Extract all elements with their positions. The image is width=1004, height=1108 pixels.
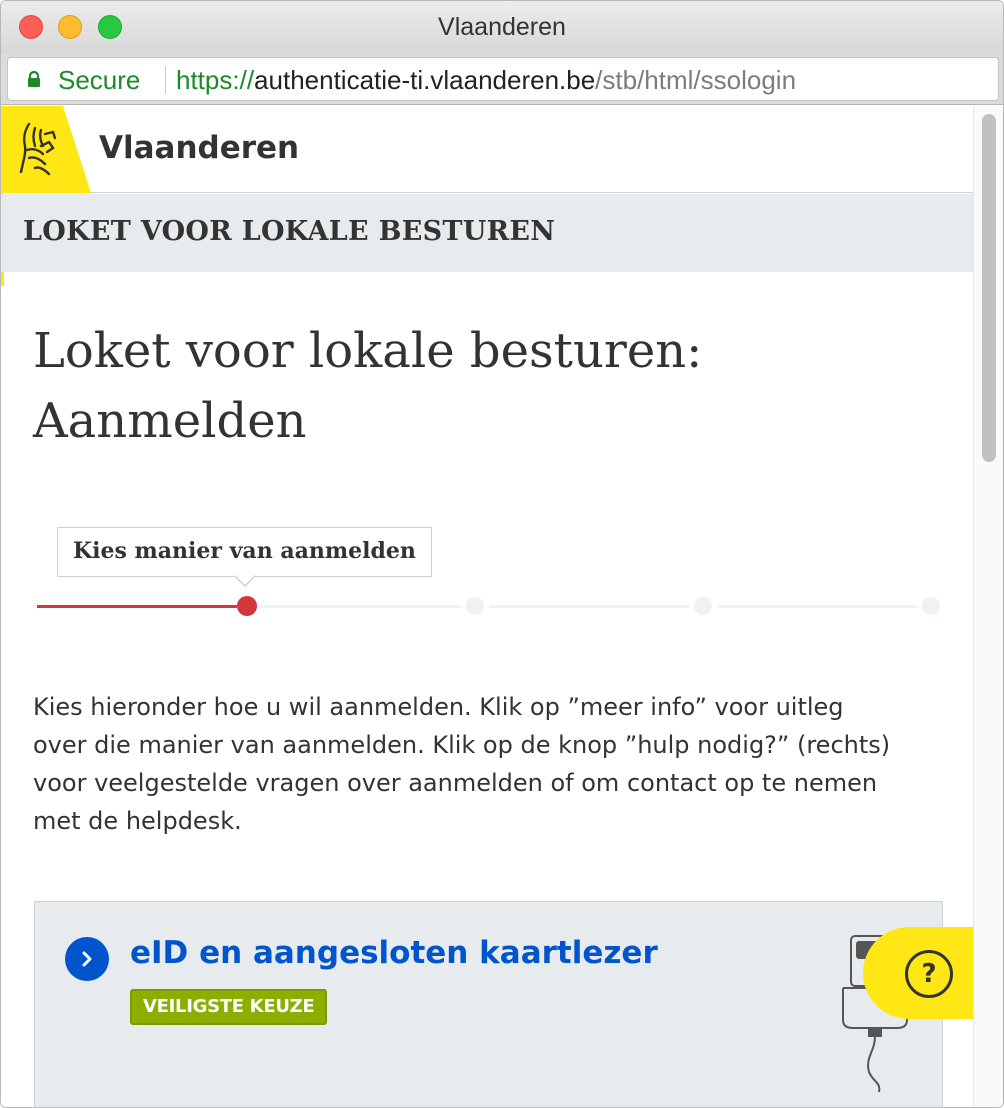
page-title: Loket voor lokale besturen: Aanmelden: [33, 316, 953, 456]
option-title[interactable]: eID en aangesloten kaartlezer: [130, 935, 658, 971]
progress-step-2: [466, 597, 484, 615]
question-mark-icon: ?: [905, 950, 953, 998]
title-bar: Vlaanderen: [1, 1, 1003, 53]
page-title-line-1: Loket voor lokale besturen:: [33, 323, 703, 379]
browser-window: Vlaanderen Secure https://authenticatie-…: [0, 0, 1004, 1108]
vertical-scrollbar[interactable]: [973, 106, 1003, 1107]
step-progress-bar: [37, 596, 941, 616]
url-host: authenticatie-ti.vlaanderen.be: [254, 65, 596, 95]
intro-line-2: over die manier van aanmelden. Klik op d…: [33, 731, 891, 759]
url-text[interactable]: https://authenticatie-ti.vlaanderen.be/s…: [176, 65, 796, 96]
brand-name[interactable]: Vlaanderen: [99, 130, 299, 166]
expand-option-button[interactable]: [65, 937, 109, 981]
progress-step-4: [922, 597, 940, 615]
progress-track-2: [261, 605, 461, 608]
intro-text: Kies hieronder hoe u wil aanmelden. Klik…: [33, 688, 933, 840]
url-scheme: https://: [176, 65, 255, 95]
address-separator: [165, 66, 166, 94]
progress-track-3: [489, 605, 689, 608]
current-step-label: Kies manier van aanmelden: [57, 527, 432, 577]
progress-track-completed: [37, 605, 237, 608]
login-option-eid[interactable]: eID en aangesloten kaartlezer VEILIGSTE …: [34, 901, 943, 1107]
progress-step-1: [237, 596, 257, 616]
logo-link[interactable]: [1, 106, 91, 193]
progress-track-4: [717, 605, 917, 608]
sub-header: LOKET VOOR LOKALE BESTUREN: [1, 194, 973, 272]
intro-line-1: Kies hieronder hoe u wil aanmelden. Klik…: [33, 693, 844, 721]
browser-toolbar: Secure https://authenticatie-ti.vlaander…: [1, 53, 1003, 105]
intro-line-4: met de helpdesk.: [33, 807, 242, 835]
url-path: /stb/html/ssologin: [595, 65, 797, 95]
step-tooltip-arrow: [234, 575, 256, 587]
page-title-line-2: Aanmelden: [33, 393, 307, 449]
lock-icon: [28, 71, 40, 87]
progress-step-3: [694, 597, 712, 615]
site-header: Vlaanderen: [1, 106, 973, 193]
application-title[interactable]: LOKET VOOR LOKALE BESTUREN: [23, 216, 555, 247]
secure-label: Secure: [58, 65, 141, 95]
flemish-lion-icon: [19, 122, 57, 176]
safest-choice-badge: VEILIGSTE KEUZE: [130, 989, 328, 1025]
scrollbar-thumb[interactable]: [982, 114, 996, 462]
page-viewport: Vlaanderen LOKET VOOR LOKALE BESTUREN Lo…: [1, 106, 1003, 1107]
chevron-right-icon: [82, 951, 92, 967]
window-title: Vlaanderen: [438, 13, 566, 41]
address-bar[interactable]: Secure https://authenticatie-ti.vlaander…: [7, 57, 999, 101]
intro-line-3: voor veelgestelde vragen over aanmelden …: [33, 769, 878, 797]
help-button[interactable]: ?: [863, 927, 973, 1019]
